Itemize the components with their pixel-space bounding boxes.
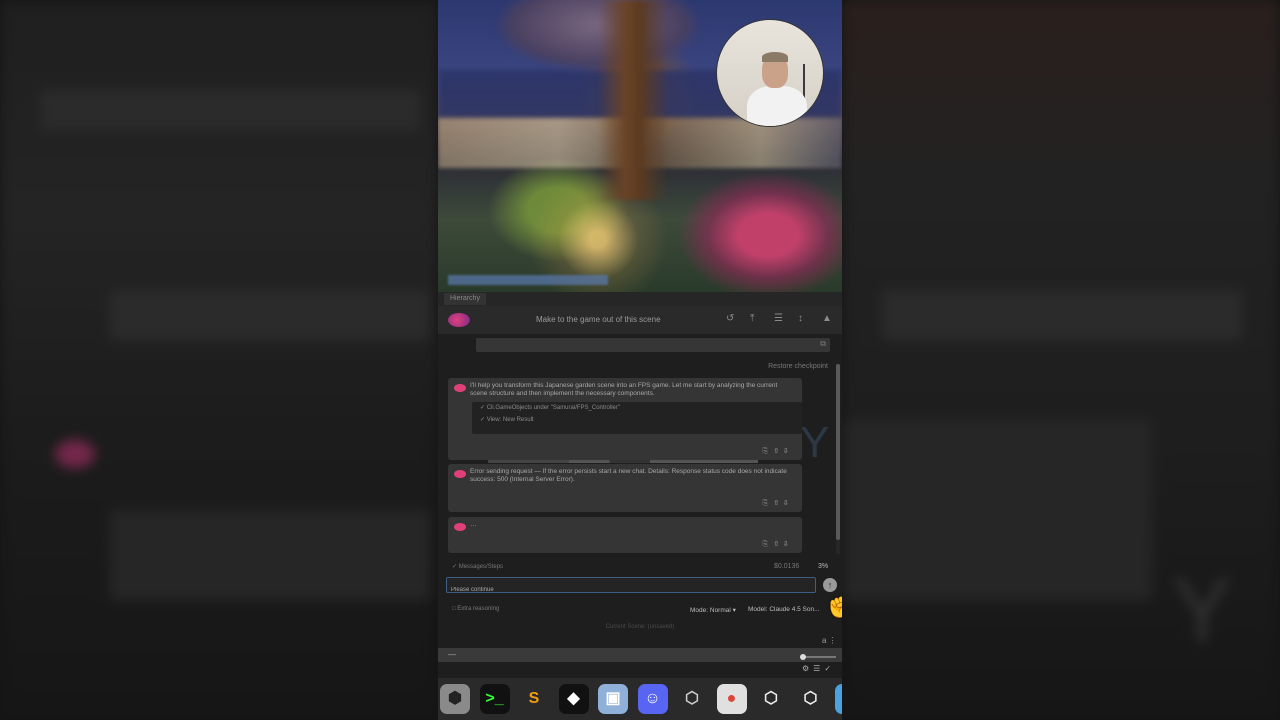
assistant-logo-icon: [448, 313, 470, 327]
cost-label: $0.0136: [774, 563, 800, 570]
sublime-icon[interactable]: S: [519, 684, 549, 714]
slider-knob[interactable]: [800, 654, 806, 660]
webcam-avatar: [717, 20, 823, 126]
tool-call-block[interactable]: ✓ Cli.GameObjects under "Samurai/FPS_Con…: [472, 402, 802, 434]
editor-status-bar: —: [438, 648, 842, 662]
chat-scrollbar-thumb[interactable]: [836, 364, 840, 540]
panel-tab-strip: Hierarchy: [438, 292, 842, 306]
thumbs-down-icon[interactable]: ⇩: [784, 500, 794, 507]
chat-input[interactable]: [447, 583, 815, 597]
background-right-blur: Y: [842, 0, 1280, 720]
pending-message: … ⎘⇧⇩: [448, 517, 802, 553]
macos-dock: ⬢ >_ S ◆ ▣ ☺ ⬡ ● ⬡ ⬡ ◐: [438, 678, 842, 720]
discord-icon[interactable]: ☺: [637, 684, 668, 714]
code-line: ✓ View: New Result: [480, 417, 534, 423]
assistant-message: I'll help you transform this Japanese ga…: [448, 378, 802, 460]
thumbs-up-icon[interactable]: ⇧: [774, 500, 784, 507]
thumbs-up-icon[interactable]: ⇧: [774, 541, 784, 548]
message-actions[interactable]: ⎘⇧⇩: [762, 448, 794, 456]
context-percent: 3%: [818, 563, 829, 570]
export-icon[interactable]: ⤒: [750, 313, 754, 324]
terminal-icon[interactable]: >_: [479, 684, 510, 714]
expand-icon[interactable]: ↕: [798, 313, 803, 324]
chat-header: Make to the game out of this scene ↺ ⤒ ☰…: [438, 306, 842, 334]
thumbs-down-icon[interactable]: ⇩: [784, 448, 794, 455]
assistant-avatar-icon: [454, 470, 466, 478]
message-text: Error sending request — If the error per…: [470, 468, 787, 483]
tab-hierarchy[interactable]: Hierarchy: [444, 293, 486, 305]
assistant-avatar-icon: [454, 523, 466, 531]
status-icons[interactable]: ⚙☰✓: [802, 664, 835, 673]
thumbs-up-icon[interactable]: ⇧: [774, 448, 784, 455]
model-dropdown[interactable]: Model: Claude 4.5 Son...: [748, 606, 820, 613]
code-line: ✓ Cli.GameObjects under "Samurai/FPS_Con…: [480, 405, 621, 411]
status-text: —: [448, 650, 456, 659]
message-actions[interactable]: ⎘⇧⇩: [762, 541, 794, 549]
error-message: Error sending request — If the error per…: [448, 464, 802, 512]
copy-icon[interactable]: ⧉: [820, 339, 826, 349]
background-left-blur: [0, 0, 438, 720]
message-actions[interactable]: ⎘⇧⇩: [762, 500, 794, 508]
unity-6-icon[interactable]: ⬡: [677, 684, 707, 714]
thumbs-down-icon[interactable]: ⇩: [784, 541, 794, 548]
search-input[interactable]: ⧉: [476, 338, 830, 352]
extra-reasoning-checkbox[interactable]: □ Extra reasoning: [452, 606, 499, 612]
progress-strip: [488, 460, 758, 463]
assistant-avatar-icon: [454, 384, 466, 392]
watermark-letter: Y: [800, 418, 830, 467]
restore-checkpoint-link[interactable]: Restore checkpoint: [768, 363, 828, 370]
finder-icon[interactable]: ◐: [835, 684, 842, 714]
mode-dropdown[interactable]: Mode: Normal ▾: [690, 606, 736, 614]
chat-title: Make to the game out of this scene: [536, 315, 661, 324]
preview-icon[interactable]: ▣: [598, 684, 628, 714]
unity-icon[interactable]: ◆: [558, 684, 589, 714]
list-icon[interactable]: ☰: [774, 313, 783, 324]
message-text: …: [470, 521, 477, 528]
unity-hub-icon[interactable]: ⬢: [440, 684, 470, 714]
history-icon[interactable]: ↺: [726, 313, 734, 324]
chat-input-field[interactable]: [446, 577, 816, 597]
copy-icon[interactable]: ⎘: [762, 448, 774, 455]
chrome-icon[interactable]: ●: [716, 684, 747, 714]
message-text: I'll help you transform this Japanese ga…: [470, 382, 778, 397]
copy-icon[interactable]: ⎘: [762, 541, 774, 548]
settings-icon[interactable]: ▲: [822, 313, 832, 324]
panel-menu-icon[interactable]: a ⋮: [822, 636, 837, 645]
zoom-slider[interactable]: [800, 654, 836, 660]
usage-toggle[interactable]: ✓ Messages/Steps: [452, 563, 503, 570]
hand-cursor-icon: ☝: [823, 587, 842, 618]
copy-icon[interactable]: ⎘: [762, 500, 774, 507]
current-scene-label: Current Scene: (unsaved): [605, 624, 675, 630]
unity-alt-icon[interactable]: ⬡: [756, 684, 786, 714]
unity-alt2-icon[interactable]: ⬡: [795, 684, 826, 714]
